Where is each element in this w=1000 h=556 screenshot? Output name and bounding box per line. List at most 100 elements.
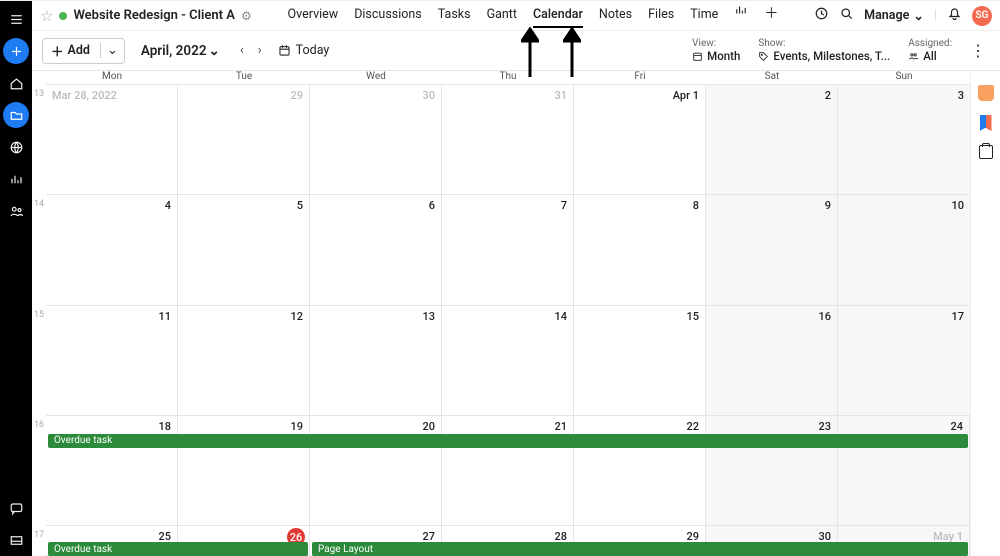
more-options-button[interactable]: ⋮: [970, 41, 986, 60]
people-icon[interactable]: [3, 198, 29, 224]
tab-overview[interactable]: Overview: [288, 3, 339, 28]
day-number: 9: [825, 199, 831, 212]
day-header: Mon: [46, 71, 178, 84]
calendar-row: 11 12 13 14151617: [46, 306, 970, 416]
calendar-cell[interactable]: 5: [178, 195, 310, 304]
notes-shortcut-icon[interactable]: [978, 85, 994, 101]
prev-month-button[interactable]: ‹: [240, 43, 244, 58]
annotation-arrow: [563, 27, 581, 77]
bookmark-shortcut-icon[interactable]: [980, 115, 992, 131]
calendar-cell[interactable]: 22: [574, 416, 706, 525]
calendar-cell[interactable]: 13: [310, 306, 442, 415]
day-number: 23: [818, 420, 831, 433]
chat-icon[interactable]: [3, 495, 29, 521]
event-bar[interactable]: Overdue task: [48, 542, 308, 556]
calendar-cell[interactable]: 31: [442, 85, 574, 194]
bottom-panel-icon[interactable]: [3, 527, 29, 553]
add-button[interactable]: ＋Add ⌄: [42, 38, 125, 64]
calendar-cell[interactable]: 11: [46, 306, 178, 415]
day-header: Thu: [442, 71, 574, 84]
tab-gantt[interactable]: Gantt: [487, 3, 517, 28]
calendar-cell[interactable]: 29: [178, 85, 310, 194]
day-number: 24: [950, 420, 963, 433]
calendar-cell[interactable]: 3: [838, 85, 970, 194]
calendar-cell[interactable]: 8: [574, 195, 706, 304]
calendar-cell[interactable]: 24: [838, 416, 970, 525]
calendar-cell[interactable]: Apr 1: [574, 85, 706, 194]
bell-icon[interactable]: [947, 6, 962, 25]
annotation-arrow: [521, 27, 539, 77]
day-number: 12: [290, 310, 303, 323]
calendar-cell[interactable]: 21: [442, 416, 574, 525]
calendar-icon: [692, 51, 703, 62]
tab-tasks[interactable]: Tasks: [438, 3, 471, 28]
calendar-cell[interactable]: 12: [178, 306, 310, 415]
star-icon[interactable]: ☆: [40, 7, 53, 25]
hamburger-icon[interactable]: [3, 6, 29, 32]
search-icon[interactable]: [839, 6, 854, 25]
calendar-cell[interactable]: 17: [838, 306, 970, 415]
day-number: Mar 28, 2022: [52, 89, 117, 102]
day-number: 21: [554, 420, 567, 433]
day-headers: Mon Tue Wed Thu Fri Sat Sun: [46, 71, 970, 85]
tab-files[interactable]: Files: [648, 3, 674, 28]
tab-notes[interactable]: Notes: [599, 3, 632, 28]
day-header: Sun: [838, 71, 970, 84]
day-number: 29: [290, 89, 303, 102]
week-number: 13: [32, 85, 46, 195]
calendar-cell[interactable]: 6: [310, 195, 442, 304]
calendar-cell[interactable]: 2: [706, 85, 838, 194]
tab-calendar[interactable]: Calendar: [533, 3, 583, 28]
day-header: Fri: [574, 71, 706, 84]
avatar[interactable]: SG: [972, 6, 992, 26]
calendar-cell[interactable]: 14: [442, 306, 574, 415]
calendar-cell[interactable]: 9: [706, 195, 838, 304]
tab-chart-icon[interactable]: [734, 3, 748, 28]
view-selector[interactable]: View: Month: [692, 38, 740, 63]
event-bar[interactable]: Overdue task: [48, 434, 968, 448]
calendar-cell[interactable]: 30: [310, 85, 442, 194]
calendar-cell[interactable]: 15: [574, 306, 706, 415]
globe-icon[interactable]: [3, 134, 29, 160]
day-header: Sat: [706, 71, 838, 84]
week-number: 16: [32, 416, 46, 526]
add-dropdown-caret[interactable]: ⌄: [100, 43, 124, 58]
tab-discussions[interactable]: Discussions: [354, 3, 422, 28]
day-number: 10: [951, 199, 964, 212]
today-button[interactable]: Today: [278, 43, 330, 58]
next-month-button[interactable]: ›: [258, 43, 262, 58]
tab-add-icon[interactable]: ＋: [764, 3, 778, 28]
calendar-row: 45678 9 10: [46, 195, 970, 305]
calendar-cell[interactable]: 20: [310, 416, 442, 525]
assigned-selector[interactable]: Assigned: All: [908, 38, 952, 63]
reports-icon[interactable]: [3, 166, 29, 192]
calendar-cell[interactable]: 16: [706, 306, 838, 415]
day-number: 4: [165, 199, 171, 212]
calendar-cell[interactable]: 7: [442, 195, 574, 304]
week-numbers: 13 14 15 16 17: [32, 71, 46, 556]
day-number: 11: [158, 310, 171, 323]
event-bar[interactable]: Page Layout: [312, 542, 968, 556]
show-selector[interactable]: Show: Events, Milestones, T...: [758, 38, 890, 63]
global-add-button[interactable]: [3, 38, 29, 64]
calendar-cell[interactable]: 19: [178, 416, 310, 525]
calendar-cell[interactable]: 4: [46, 195, 178, 304]
folder-icon[interactable]: [3, 102, 29, 128]
manage-dropdown[interactable]: Manage⌄: [864, 8, 924, 24]
day-number: 13: [422, 310, 435, 323]
calendar-shortcut-icon[interactable]: [979, 145, 993, 159]
calendar-cell[interactable]: Mar 28, 2022: [46, 85, 178, 194]
clock-icon[interactable]: [814, 6, 829, 25]
month-picker[interactable]: April, 2022⌄: [141, 43, 220, 59]
calendar-cell[interactable]: 18: [46, 416, 178, 525]
calendar-cell[interactable]: 10: [838, 195, 970, 304]
add-label: Add: [68, 43, 90, 58]
home-icon[interactable]: [3, 70, 29, 96]
tab-time[interactable]: Time: [690, 3, 718, 28]
calendar-cell[interactable]: 23: [706, 416, 838, 525]
gear-icon[interactable]: ⚙: [241, 9, 252, 23]
top-bar: ☆ Website Redesign - Client A ⚙ Overview…: [32, 1, 1000, 31]
left-rail: [0, 1, 32, 556]
week-number: 17: [32, 526, 46, 556]
main: ☆ Website Redesign - Client A ⚙ Overview…: [32, 1, 1000, 556]
